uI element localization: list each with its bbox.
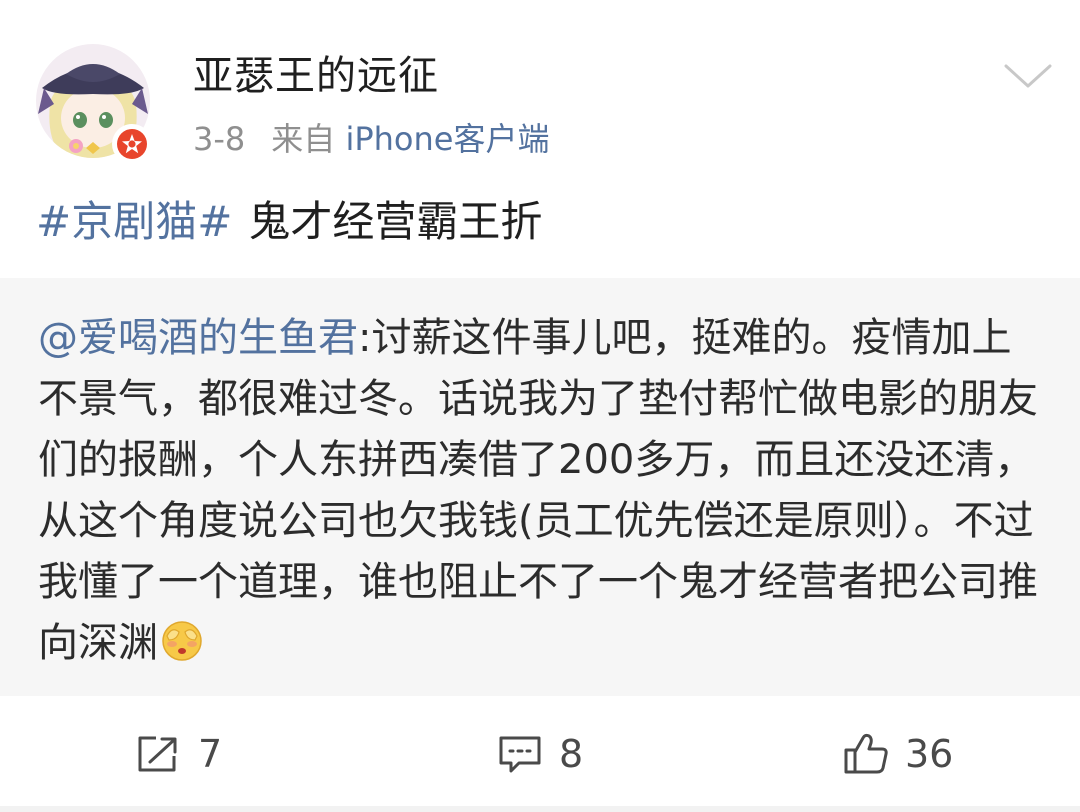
comment-icon bbox=[499, 736, 541, 773]
like-count: 36 bbox=[905, 732, 954, 776]
comment-button[interactable]: 8 bbox=[497, 696, 583, 812]
repost-body: :讨薪这件事儿吧，挺难的。疫情加上不景气，都很难过冬。话说我为了垫付帮忙做电影的… bbox=[38, 315, 1038, 666]
post-date: 3-8 bbox=[193, 120, 246, 158]
action-bar: 7 8 36 bbox=[0, 696, 1080, 812]
username[interactable]: 亚瑟王的远征 bbox=[193, 50, 439, 102]
repost-block[interactable]: @爱喝酒的生鱼君:讨薪这件事儿吧，挺难的。疫情加上不景气，都很难过冬。话说我为了… bbox=[0, 278, 1080, 696]
shy-cover-face-emoji-icon bbox=[160, 618, 204, 662]
post-body: 鬼才经营霸王折 bbox=[248, 197, 543, 246]
repost-text: @爱喝酒的生鱼君:讨薪这件事儿吧，挺难的。疫情加上不景气，都很难过冬。话说我为了… bbox=[38, 308, 1048, 674]
thumbs-up-icon bbox=[844, 733, 888, 774]
weibo-post-card: 亚瑟王的远征 3-8 来自 iPhone客户端 #京剧猫# 鬼才经营霸王折 @爱喝酒… bbox=[0, 0, 1080, 812]
like-button[interactable]: 36 bbox=[843, 696, 953, 812]
weibo-verified-badge-icon bbox=[112, 124, 152, 164]
post-text: #京剧猫# 鬼才经营霸王折 bbox=[36, 192, 542, 252]
mention-link[interactable]: @爱喝酒的生鱼君 bbox=[38, 315, 358, 361]
post-header: 亚瑟王的远征 3-8 来自 iPhone客户端 bbox=[0, 0, 1080, 180]
share-icon bbox=[138, 736, 177, 772]
post-meta: 3-8 来自 iPhone客户端 bbox=[193, 117, 549, 161]
chevron-down-icon[interactable] bbox=[1000, 58, 1056, 94]
share-count: 7 bbox=[198, 732, 223, 776]
source-link[interactable]: iPhone客户端 bbox=[345, 120, 549, 158]
share-button[interactable]: 7 bbox=[136, 696, 222, 812]
source-prefix: 来自 bbox=[271, 120, 336, 158]
comment-count: 8 bbox=[559, 732, 584, 776]
divider bbox=[0, 806, 1080, 812]
topic-link[interactable]: #京剧猫# bbox=[36, 197, 232, 246]
